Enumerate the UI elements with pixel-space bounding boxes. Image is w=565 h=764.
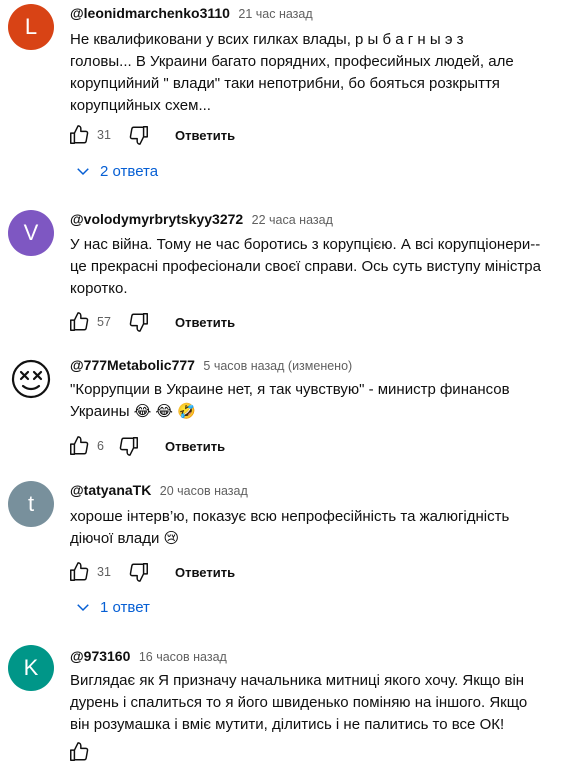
thumbs-up-icon	[70, 125, 89, 144]
author-name[interactable]: @777Metabolic777	[70, 357, 195, 373]
comment-text: хороше інтерв’ю, показує всю непрофесійн…	[70, 506, 550, 550]
comment-text: Не квалификовани у всих гилках влады, р …	[70, 29, 550, 117]
comment-line: "Коррупции в Украине нет, я так чувствую…	[70, 381, 510, 398]
avatar[interactable]: t	[8, 481, 54, 527]
comment-actions: 6 Ответить	[67, 434, 225, 458]
chevron-down-icon	[77, 168, 89, 176]
comment-header: @tatyanaTK 20 часов назад	[70, 482, 248, 500]
thumbs-down-icon	[119, 437, 138, 456]
comment-line: корупцийных схем...	[70, 97, 211, 114]
comment-line: дурень і спалиться то я його швиденько п…	[70, 694, 528, 711]
like-button[interactable]	[67, 434, 91, 458]
like-button[interactable]	[67, 310, 91, 334]
comment-header: @973160 16 часов назад	[70, 648, 227, 666]
timestamp[interactable]: 22 часа назад	[252, 213, 333, 227]
comment-line: хороше інтерв’ю, показує всю непрофесійн…	[70, 508, 510, 525]
dizzy-face-icon	[11, 359, 51, 399]
comment-header: @volodymyrbrytskyy3272 22 часа назад	[70, 211, 333, 229]
replies-label: 1 ответ	[100, 598, 150, 616]
reply-button[interactable]: Ответить	[175, 128, 235, 143]
dislike-button[interactable]	[127, 123, 151, 147]
view-replies-button[interactable]: 1 ответ	[74, 598, 150, 616]
timestamp[interactable]: 5 часов назад (изменено)	[203, 359, 352, 373]
thumbs-up-icon	[70, 562, 89, 581]
comment-line: діючої влади 😢	[70, 530, 180, 547]
reply-button[interactable]: Ответить	[175, 315, 235, 330]
avatar[interactable]: V	[8, 210, 54, 256]
comment-actions: 57 Ответить	[67, 310, 235, 334]
author-name[interactable]: @tatyanaTK	[70, 482, 151, 498]
comment-line: корупцийний " влади" таки непотрибни, бо…	[70, 75, 500, 92]
comment-header: @777Metabolic777 5 часов назад (изменено…	[70, 357, 352, 375]
dislike-button[interactable]	[127, 310, 151, 334]
thumbs-down-icon	[129, 313, 148, 332]
like-count: 31	[97, 565, 111, 579]
view-replies-button[interactable]: 2 ответа	[74, 162, 158, 180]
comment-actions: 31 Ответить	[67, 560, 235, 584]
like-count: 6	[97, 439, 104, 453]
author-name[interactable]: @volodymyrbrytskyy3272	[70, 211, 243, 227]
author-name[interactable]: @leonidmarchenko3110	[70, 5, 230, 21]
thumbs-down-icon	[129, 563, 148, 582]
timestamp[interactable]: 20 часов назад	[160, 484, 248, 498]
avatar[interactable]: L	[8, 4, 54, 50]
like-button[interactable]	[67, 740, 91, 764]
dislike-button[interactable]	[117, 434, 141, 458]
comment-line: головы... В Украини багато порядних, про…	[70, 53, 514, 70]
comment-line: У нас війна. Тому не час боротись з кору…	[70, 236, 541, 253]
timestamp[interactable]: 16 часов назад	[139, 650, 227, 664]
replies-label: 2 ответа	[100, 162, 159, 180]
author-name[interactable]: @973160	[70, 648, 130, 664]
thumbs-down-icon	[129, 126, 148, 145]
like-button[interactable]	[67, 123, 91, 147]
comment-text: Виглядає як Я призначу начальника митниц…	[70, 670, 550, 736]
dislike-button[interactable]	[127, 560, 151, 584]
reply-button[interactable]: Ответить	[165, 439, 225, 454]
like-button[interactable]	[67, 560, 91, 584]
like-count: 31	[97, 128, 111, 142]
comment-header: @leonidmarchenko3110 21 час назад	[70, 5, 313, 23]
comment-line: це прекрасні професіонали своєї справи. …	[70, 258, 541, 275]
thumbs-up-icon	[70, 436, 89, 455]
comment-text: У нас війна. Тому не час боротись з кору…	[70, 234, 550, 300]
chevron-down-icon	[77, 604, 89, 612]
comment-line: коротко.	[70, 280, 128, 297]
avatar[interactable]	[8, 356, 54, 402]
timestamp[interactable]: 21 час назад	[238, 7, 312, 21]
comment-actions	[67, 740, 91, 764]
comment-actions: 31 Ответить	[67, 123, 235, 147]
avatar[interactable]: K	[8, 645, 54, 691]
thumbs-up-icon	[70, 312, 89, 331]
reply-button[interactable]: Ответить	[175, 565, 235, 580]
comment-text: "Коррупции в Украине нет, я так чувствую…	[70, 379, 550, 423]
like-count: 57	[97, 315, 111, 329]
comment-line: Не квалификовани у всих гилках влады, р …	[70, 31, 464, 48]
comment-line: Виглядає як Я призначу начальника митниц…	[70, 672, 525, 689]
thumbs-up-icon	[70, 742, 89, 761]
comment-line: Украины 😂 😂 🤣	[70, 403, 196, 420]
comment-line: він розумашка і вміє мутити, ділитись і …	[70, 716, 505, 733]
